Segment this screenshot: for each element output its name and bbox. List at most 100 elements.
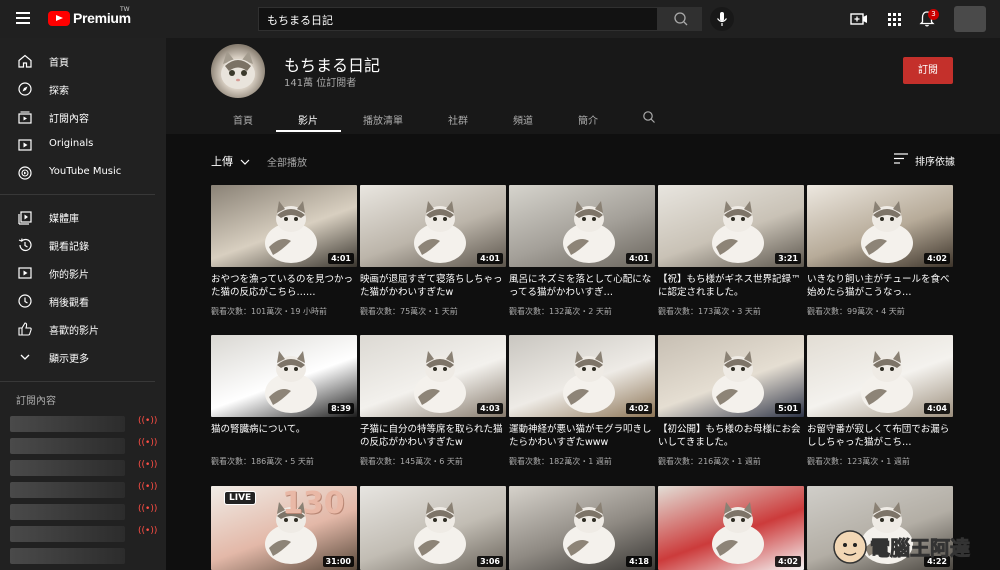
video-duration: 8:39: [328, 403, 354, 414]
video-title[interactable]: 子猫に自分の特等席を取られた猫の反応がかわいすぎたw: [360, 423, 506, 449]
subscription-channel-item[interactable]: ((•)): [10, 523, 157, 545]
video-meta: 觀看次數：145萬次・6 天前: [360, 457, 463, 466]
video-meta: 觀看次數：75萬次・1 天前: [360, 307, 458, 316]
video-meta: 觀看次數：216萬次・1 週前: [658, 457, 761, 466]
video-title[interactable]: お留守番が寂しくて布団でお漏らししちゃった猫がこち…: [807, 423, 953, 449]
youtube-premium-logo[interactable]: Premium TW: [48, 6, 131, 26]
subscription-channel-item[interactable]: [10, 545, 155, 567]
account-avatar[interactable]: [954, 6, 986, 32]
video-thumbnail[interactable]: 4:01: [360, 185, 506, 267]
sidebar-item-show-more[interactable]: 顯示更多: [0, 345, 166, 369]
video-title[interactable]: 【祝】もち様がギネス世界記録™に認定されました。: [658, 273, 804, 299]
sidebar-item-originals[interactable]: Originals: [0, 133, 166, 157]
video-thumbnail[interactable]: 4:01: [211, 185, 357, 267]
video-duration: 4:04: [924, 403, 950, 414]
live-icon: ((•)): [138, 482, 158, 492]
live-badge: LIVE: [224, 491, 257, 505]
search-button[interactable]: [658, 7, 702, 31]
tab-playlists[interactable]: 播放清單: [363, 112, 403, 127]
create-video-icon[interactable]: [849, 9, 869, 29]
sidebar-item-label: 顯示更多: [49, 354, 89, 365]
region-label: TW: [120, 6, 130, 13]
blurred-channel: [10, 416, 125, 432]
uploads-dropdown[interactable]: 上傳: [211, 153, 250, 169]
subscriber-count: 141萬 位訂閱者: [284, 78, 357, 89]
video-duration: 3:06: [477, 556, 503, 567]
video-thumbnail[interactable]: 4:01: [509, 185, 655, 267]
channel-search-icon[interactable]: [642, 110, 656, 124]
video-duration: 3:21: [775, 253, 801, 264]
sidebar-item-label: Originals: [49, 138, 94, 149]
tab-about[interactable]: 簡介: [578, 112, 598, 127]
video-title[interactable]: 風呂にネズミを落として心配になってる猫がかわいすぎ…: [509, 273, 655, 299]
sidebar-divider: [0, 194, 155, 195]
sidebar-item-label: 你的影片: [49, 270, 89, 281]
video-title[interactable]: 映画が退屈すぎて寝落ちしちゃった猫がかわいすぎたw: [360, 273, 506, 299]
sidebar-item-your-videos[interactable]: 你的影片: [0, 261, 166, 285]
subscription-channel-item[interactable]: ((•)): [10, 457, 157, 479]
subscription-channel-item[interactable]: ((•)): [10, 501, 157, 523]
video-duration: 4:02: [924, 253, 950, 264]
video-title[interactable]: おやつを漁っているのを見つかった猫の反応がこちら……: [211, 273, 357, 299]
sidebar-item-label: 稍後觀看: [49, 298, 89, 309]
sidebar-item-subscriptions[interactable]: 訂閱內容: [0, 105, 166, 129]
video-thumbnail[interactable]: 4:18: [509, 486, 655, 570]
live-icon: ((•)): [138, 438, 158, 448]
play-all-button[interactable]: 全部播放: [267, 154, 307, 169]
sidebar-item-explore[interactable]: 探索: [0, 77, 166, 101]
active-tab-indicator: [276, 130, 341, 132]
sort-by-button[interactable]: 排序依據: [915, 153, 955, 168]
subscription-channel-item[interactable]: ((•)): [10, 413, 157, 435]
blurred-channel: [10, 504, 125, 520]
voice-search-button[interactable]: [710, 7, 734, 31]
video-title[interactable]: 【初公開】もち様のお母様にお会いしてきました。: [658, 423, 804, 449]
sidebar-item-label: 觀看記錄: [49, 242, 89, 253]
channel-avatar[interactable]: [211, 44, 265, 98]
library-icon: [18, 211, 32, 225]
video-duration: 4:02: [626, 403, 652, 414]
subscription-channel-item[interactable]: ((•)): [10, 435, 158, 457]
subscription-channel-item[interactable]: ((•)): [10, 479, 158, 501]
notification-count-badge: 3: [928, 9, 939, 20]
chevron-down-icon: [240, 159, 249, 165]
tab-community[interactable]: 社群: [448, 112, 468, 127]
video-duration: 4:01: [328, 253, 354, 264]
video-thumbnail[interactable]: 4:04: [807, 335, 953, 417]
sidebar-item-library[interactable]: 媒體庫: [0, 205, 166, 229]
watermark-logo: 電腦王阿達: [833, 530, 970, 564]
sidebar-item-liked-videos[interactable]: 喜歡的影片: [0, 317, 166, 341]
video-title[interactable]: いきなり飼い主がチュールを食べ始めたら猫がこうなっ…: [807, 273, 953, 299]
sidebar-divider: [0, 381, 155, 382]
video-thumbnail[interactable]: 5:01: [658, 335, 804, 417]
search-input[interactable]: もちまる日記: [258, 7, 658, 31]
originals-icon: [18, 139, 32, 151]
sidebar-item-label: 訂閱內容: [49, 114, 89, 125]
video-thumbnail[interactable]: 4:03: [360, 335, 506, 417]
chevron-down-icon: [20, 354, 30, 360]
watch-later-icon: [18, 294, 32, 308]
explore-icon: [18, 82, 32, 96]
sort-icon[interactable]: [894, 153, 908, 164]
sidebar-item-watch-later[interactable]: 稍後觀看: [0, 289, 166, 313]
tab-home[interactable]: 首頁: [233, 112, 253, 127]
video-title[interactable]: 運動神経が悪い猫がモグラ叩きしたらかわいすぎたwww: [509, 423, 655, 449]
sidebar-item-home[interactable]: 首頁: [0, 49, 166, 73]
sidebar-item-youtube-music[interactable]: YouTube Music: [0, 161, 166, 185]
history-icon: [18, 238, 32, 252]
menu-icon[interactable]: [16, 12, 30, 24]
mic-icon: [717, 12, 727, 26]
video-thumbnail[interactable]: 4:02: [509, 335, 655, 417]
tab-videos[interactable]: 影片: [298, 112, 318, 127]
video-thumbnail[interactable]: 4:02: [658, 486, 804, 570]
video-thumbnail[interactable]: 3:21: [658, 185, 804, 267]
tab-channels[interactable]: 頻道: [513, 112, 533, 127]
apps-icon[interactable]: [884, 9, 904, 29]
subscribe-button[interactable]: 訂閱: [903, 57, 953, 84]
sidebar-item-label: YouTube Music: [49, 166, 122, 177]
video-thumbnail[interactable]: 8:39: [211, 335, 357, 417]
video-thumbnail[interactable]: 3:06: [360, 486, 506, 570]
sidebar-item-label: 媒體庫: [49, 214, 79, 225]
video-title[interactable]: 猫の腎臓病について。: [211, 423, 357, 449]
video-thumbnail[interactable]: 4:02: [807, 185, 953, 267]
sidebar-item-history[interactable]: 觀看記錄: [0, 233, 166, 257]
